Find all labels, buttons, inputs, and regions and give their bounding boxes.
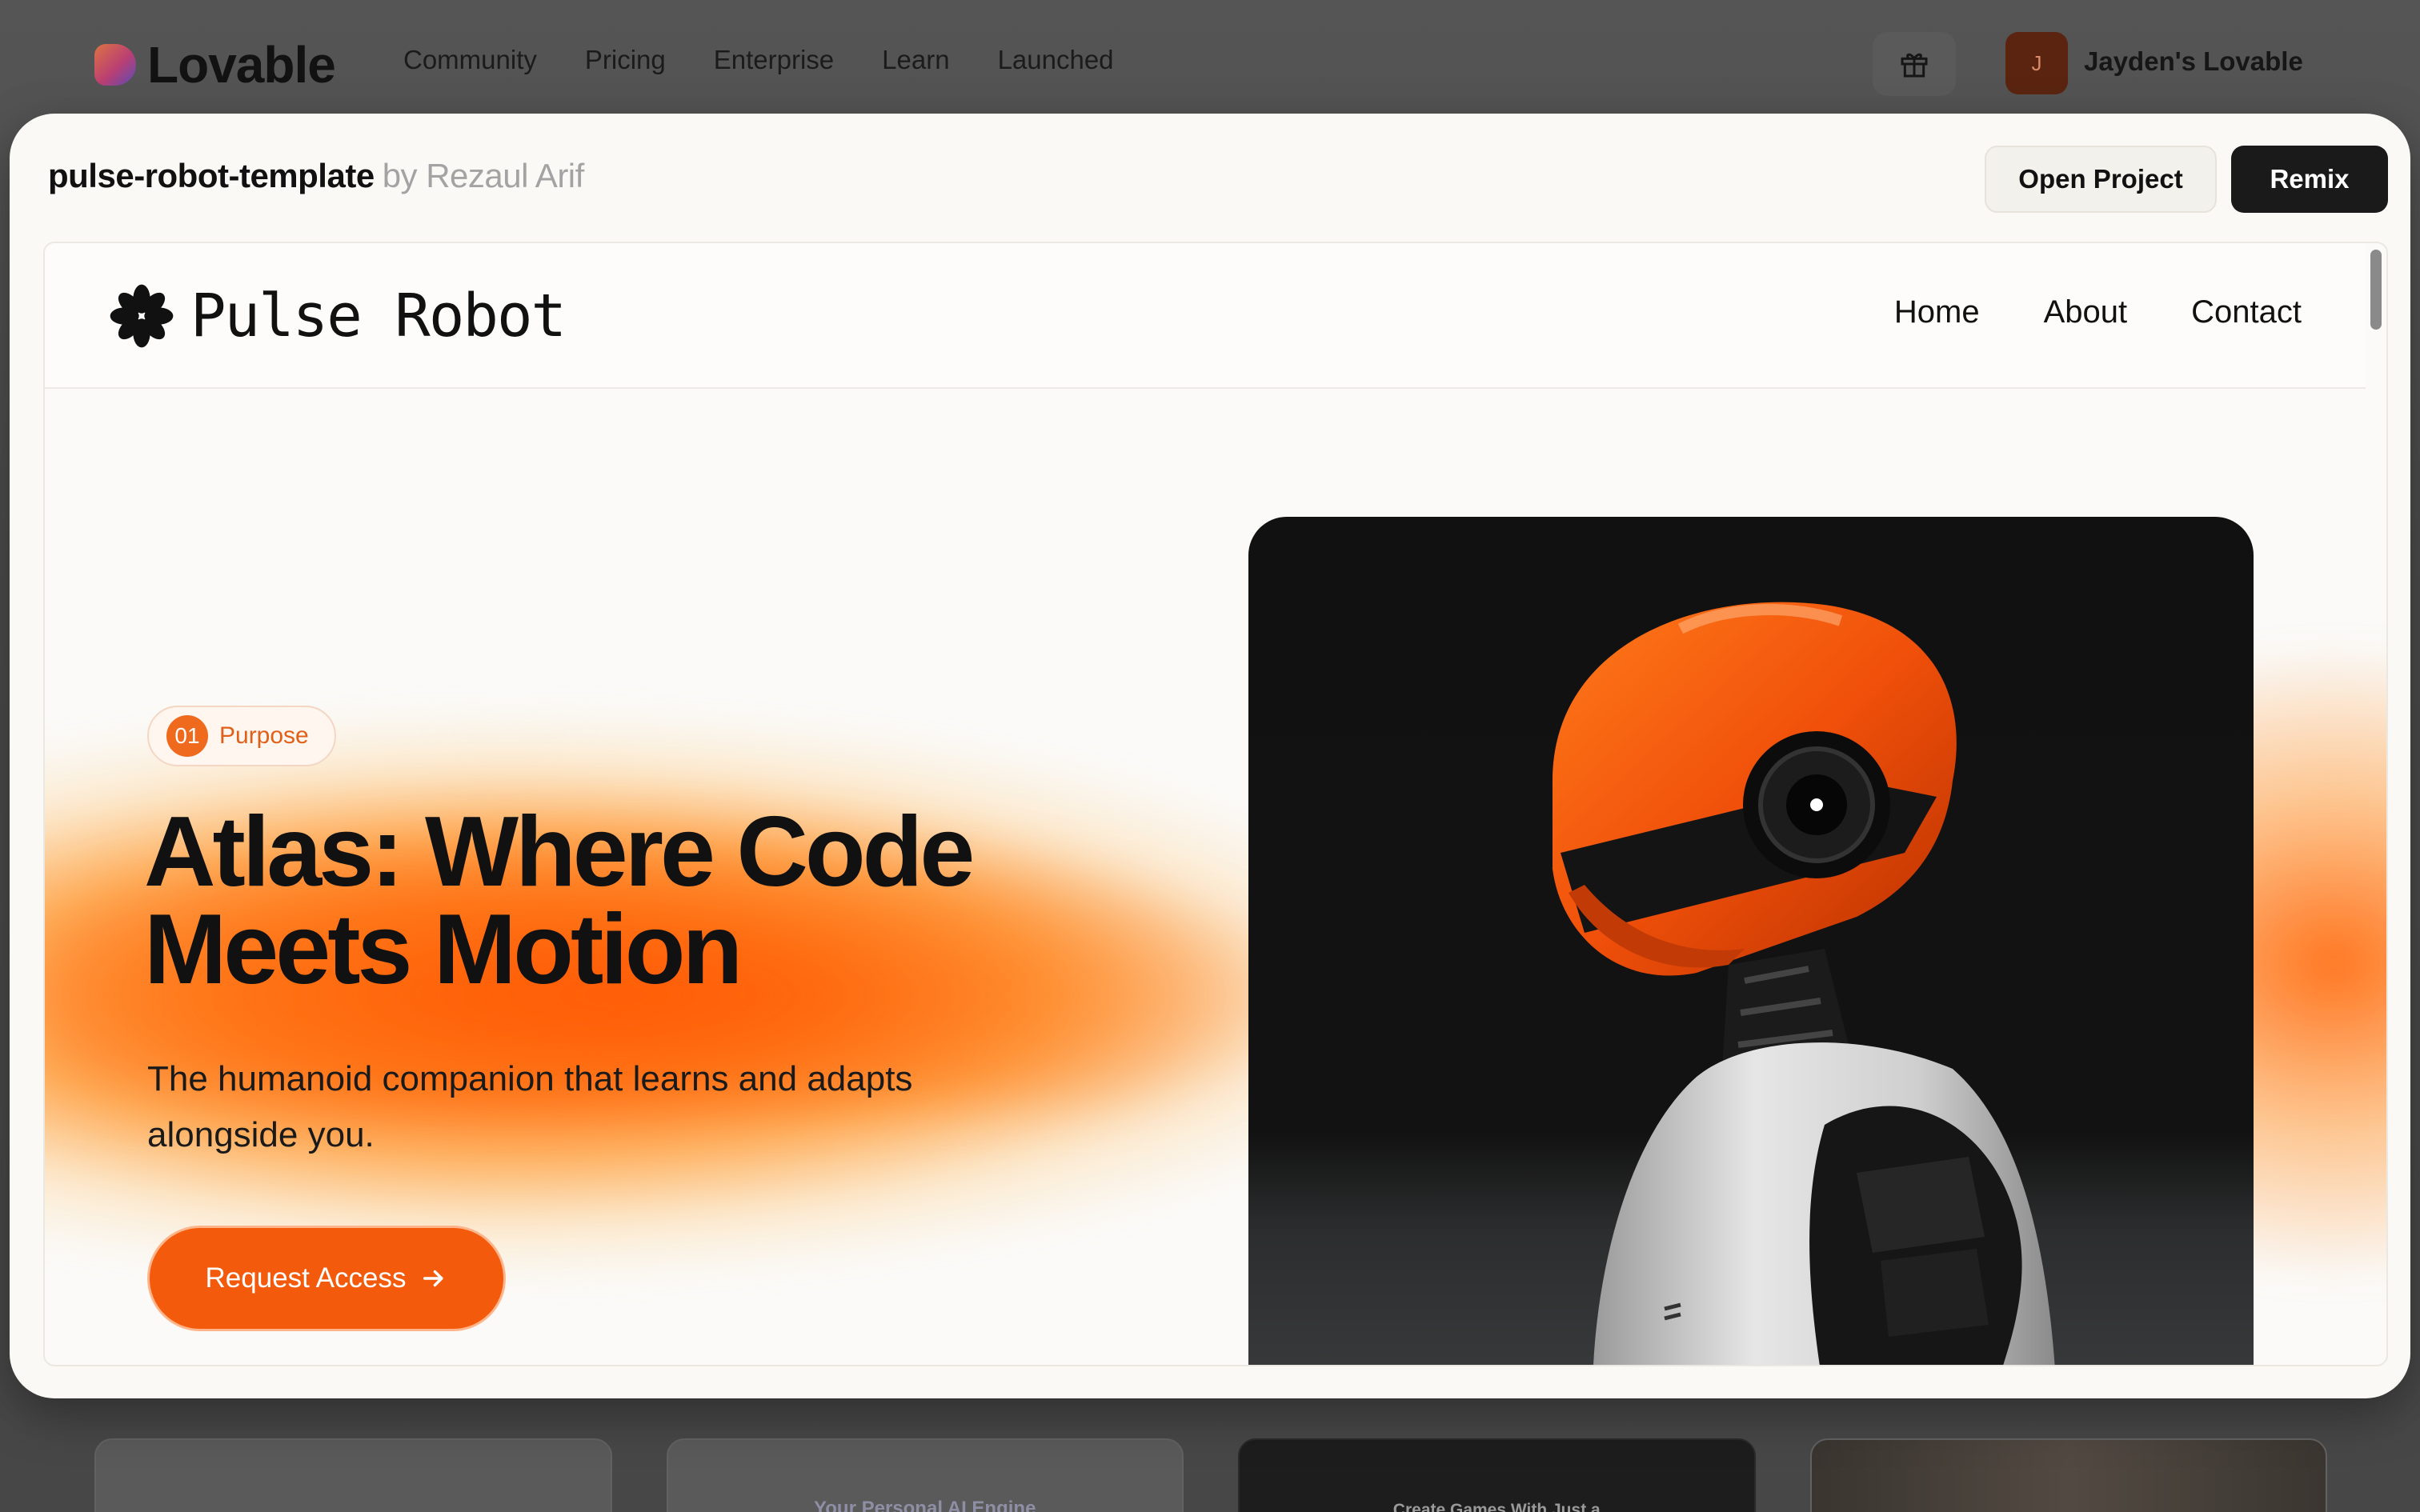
nav-enterprise[interactable]: Enterprise [714,45,834,75]
lovable-wordmark: Lovable [147,36,336,94]
asterisk-flower-icon [110,284,174,348]
project-preview-modal: pulse-robot-template by Rezaul Arif Open … [10,114,2410,1398]
site-nav-home[interactable]: Home [1894,294,1980,330]
hero-subtitle: The humanoid companion that learns and a… [147,1059,913,1154]
site-header: Pulse Robot Home About Contact [45,243,2366,389]
arrow-right-icon [423,1270,444,1287]
remix-button[interactable]: Remix [2231,146,2388,213]
site-nav: Home About Contact [1894,294,2302,330]
site-nav-about[interactable]: About [2044,294,2128,330]
open-project-button[interactable]: Open Project [1985,146,2217,213]
project-card[interactable]: Create Games With Just a [1238,1438,1756,1512]
lovable-logo[interactable]: Lovable [94,35,336,94]
project-card-title: Create Games With Just a [1392,1501,1601,1512]
section-badge: 01 Purpose [147,706,336,766]
site-logo[interactable]: Pulse Robot [109,282,567,350]
gift-icon [1901,53,1928,78]
site-logo-text: Pulse Robot [190,282,567,350]
workspace-name[interactable]: Jayden's Lovable [2084,46,2303,77]
site-preview-frame[interactable]: Pulse Robot Home About Contact 01 Purpos… [43,242,2388,1366]
modal-title: pulse-robot-template by Rezaul Arif [48,157,584,195]
project-author[interactable]: by Rezaul Arif [383,157,585,194]
project-card[interactable]: Your Personal AI Engine [666,1438,1184,1512]
gift-button[interactable] [1873,32,1956,96]
project-card[interactable] [94,1438,612,1512]
lovable-heart-icon [94,44,136,86]
project-name: pulse-robot-template [48,157,375,194]
cta-label: Request Access [205,1262,407,1294]
request-access-button[interactable]: Request Access [147,1226,506,1331]
badge-number: 01 [166,715,208,757]
robot-illustration [1248,602,2254,1365]
site-nav-contact[interactable]: Contact [2191,294,2302,330]
preview-scrollbar[interactable] [2370,250,2382,330]
project-cards: Your Personal AI Engine Create Games Wit… [94,1438,2327,1512]
badge-label: Purpose [219,722,309,749]
nav-learn[interactable]: Learn [882,45,949,75]
lovable-topbar: Lovable Community Pricing Enterprise Lea… [0,0,2420,128]
nav-launched[interactable]: Launched [998,45,1114,75]
nav-pricing[interactable]: Pricing [585,45,666,75]
lovable-nav: Community Pricing Enterprise Learn Launc… [403,45,1114,75]
avatar[interactable]: J [2005,32,2068,94]
project-card-title: Your Personal AI Engine [814,1498,1036,1512]
hero-title: Atlas: Where Code Meets Motion [144,797,975,1005]
project-card[interactable] [1809,1438,2327,1512]
robot-hero-image [1248,517,2254,1365]
nav-community[interactable]: Community [403,45,537,75]
